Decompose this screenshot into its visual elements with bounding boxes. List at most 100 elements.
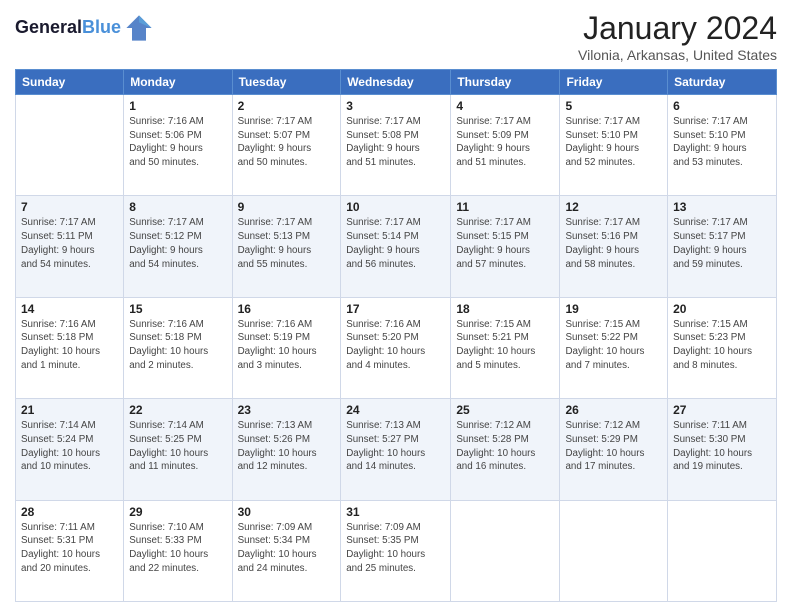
day-number: 27: [673, 403, 771, 417]
location: Vilonia, Arkansas, United States: [578, 47, 777, 63]
day-number: 3: [346, 99, 445, 113]
day-number: 29: [129, 505, 226, 519]
calendar-cell: [668, 500, 777, 601]
calendar-cell: 25 Sunrise: 7:12 AMSunset: 5:28 PMDayligh…: [451, 399, 560, 500]
calendar-cell: 15Sunrise: 7:16 AMSunset: 5:18 PMDayligh…: [124, 297, 232, 398]
calendar-cell: [560, 500, 668, 601]
day-info: Sunrise: 7:17 AMSunset: 5:07 PMDaylight:…: [238, 115, 336, 170]
calendar-cell: 19 Sunrise: 7:15 AMSunset: 5:22 PMDayligh…: [560, 297, 668, 398]
weekday-header-sunday: Sunday: [16, 70, 124, 95]
calendar-cell: 26 Sunrise: 7:12 AMSunset: 5:29 PMDayligh…: [560, 399, 668, 500]
week-row-1: 1 Sunrise: 7:16 AMSunset: 5:06 PMDaylight…: [16, 95, 777, 196]
calendar-cell: 8 Sunrise: 7:17 AMSunset: 5:12 PMDaylight…: [124, 196, 232, 297]
calendar-cell: 21 Sunrise: 7:14 AMSunset: 5:24 PMDayligh…: [16, 399, 124, 500]
calendar-cell: 1 Sunrise: 7:16 AMSunset: 5:06 PMDaylight…: [124, 95, 232, 196]
day-info: Sunrise: 7:09 AMSunset: 5:35 PMDaylight:…: [346, 521, 445, 576]
weekday-header-row: SundayMondayTuesdayWednesdayThursdayFrid…: [16, 70, 777, 95]
day-number: 19: [565, 302, 662, 316]
day-number: 23: [238, 403, 336, 417]
day-info: Sunrise: 7:17 AMSunset: 5:09 PMDaylight:…: [456, 115, 554, 170]
weekday-header-tuesday: Tuesday: [232, 70, 341, 95]
day-info: Sunrise: 7:10 AMSunset: 5:33 PMDaylight:…: [129, 521, 226, 576]
day-number: 18: [456, 302, 554, 316]
day-info: Sunrise: 7:17 AMSunset: 5:10 PMDaylight:…: [565, 115, 662, 170]
calendar-cell: 4 Sunrise: 7:17 AMSunset: 5:09 PMDaylight…: [451, 95, 560, 196]
day-info: Sunrise: 7:15 AMSunset: 5:23 PMDaylight:…: [673, 318, 771, 373]
day-number: 21: [21, 403, 118, 417]
day-number: 10: [346, 200, 445, 214]
calendar-table: SundayMondayTuesdayWednesdayThursdayFrid…: [15, 69, 777, 602]
day-number: 8: [129, 200, 226, 214]
day-number: 31: [346, 505, 445, 519]
day-number: 24: [346, 403, 445, 417]
day-info: Sunrise: 7:17 AMSunset: 5:10 PMDaylight:…: [673, 115, 771, 170]
day-info: Sunrise: 7:16 AMSunset: 5:20 PMDaylight:…: [346, 318, 445, 373]
calendar-cell: 24 Sunrise: 7:13 AMSunset: 5:27 PMDayligh…: [341, 399, 451, 500]
title-area: January 2024 Vilonia, Arkansas, United S…: [578, 10, 777, 63]
weekday-header-thursday: Thursday: [451, 70, 560, 95]
month-title: January 2024: [578, 10, 777, 47]
day-number: 17: [346, 302, 445, 316]
calendar-cell: 27Sunrise: 7:11 AMSunset: 5:30 PMDayligh…: [668, 399, 777, 500]
calendar-cell: 13 Sunrise: 7:17 AMSunset: 5:17 PMDayligh…: [668, 196, 777, 297]
day-info: Sunrise: 7:11 AMSunset: 5:31 PMDaylight:…: [21, 521, 118, 576]
day-number: 6: [673, 99, 771, 113]
calendar-cell: [16, 95, 124, 196]
day-info: Sunrise: 7:12 AMSunset: 5:29 PMDaylight:…: [565, 419, 662, 474]
week-row-4: 21 Sunrise: 7:14 AMSunset: 5:24 PMDayligh…: [16, 399, 777, 500]
day-number: 2: [238, 99, 336, 113]
calendar-cell: 31 Sunrise: 7:09 AMSunset: 5:35 PMDayligh…: [341, 500, 451, 601]
day-number: 7: [21, 200, 118, 214]
weekday-header-saturday: Saturday: [668, 70, 777, 95]
week-row-3: 14Sunrise: 7:16 AMSunset: 5:18 PMDayligh…: [16, 297, 777, 398]
day-number: 9: [238, 200, 336, 214]
day-info: Sunrise: 7:16 AMSunset: 5:19 PMDaylight:…: [238, 318, 336, 373]
weekday-header-wednesday: Wednesday: [341, 70, 451, 95]
day-info: Sunrise: 7:13 AMSunset: 5:27 PMDaylight:…: [346, 419, 445, 474]
day-info: Sunrise: 7:16 AMSunset: 5:06 PMDaylight:…: [129, 115, 226, 170]
day-number: 30: [238, 505, 336, 519]
calendar-cell: 5Sunrise: 7:17 AMSunset: 5:10 PMDaylight…: [560, 95, 668, 196]
day-number: 28: [21, 505, 118, 519]
calendar-cell: 18Sunrise: 7:15 AMSunset: 5:21 PMDayligh…: [451, 297, 560, 398]
calendar-cell: 12 Sunrise: 7:17 AMSunset: 5:16 PMDayligh…: [560, 196, 668, 297]
header: GeneralBlue January 2024 Vilonia, Arkans…: [15, 10, 777, 63]
day-info: Sunrise: 7:09 AMSunset: 5:34 PMDaylight:…: [238, 521, 336, 576]
calendar-cell: 14Sunrise: 7:16 AMSunset: 5:18 PMDayligh…: [16, 297, 124, 398]
day-info: Sunrise: 7:12 AMSunset: 5:28 PMDaylight:…: [456, 419, 554, 474]
day-number: 26: [565, 403, 662, 417]
day-info: Sunrise: 7:17 AMSunset: 5:08 PMDaylight:…: [346, 115, 445, 170]
logo-icon: [125, 14, 153, 42]
day-number: 4: [456, 99, 554, 113]
calendar-cell: 20 Sunrise: 7:15 AMSunset: 5:23 PMDayligh…: [668, 297, 777, 398]
day-info: Sunrise: 7:17 AMSunset: 5:12 PMDaylight:…: [129, 216, 226, 271]
logo: GeneralBlue: [15, 14, 153, 42]
day-info: Sunrise: 7:17 AMSunset: 5:17 PMDaylight:…: [673, 216, 771, 271]
calendar-cell: 30 Sunrise: 7:09 AMSunset: 5:34 PMDayligh…: [232, 500, 341, 601]
day-info: Sunrise: 7:17 AMSunset: 5:13 PMDaylight:…: [238, 216, 336, 271]
day-number: 20: [673, 302, 771, 316]
day-info: Sunrise: 7:17 AMSunset: 5:16 PMDaylight:…: [565, 216, 662, 271]
calendar-cell: 7Sunrise: 7:17 AMSunset: 5:11 PMDaylight…: [16, 196, 124, 297]
week-row-5: 28 Sunrise: 7:11 AMSunset: 5:31 PMDayligh…: [16, 500, 777, 601]
day-info: Sunrise: 7:14 AMSunset: 5:25 PMDaylight:…: [129, 419, 226, 474]
weekday-header-friday: Friday: [560, 70, 668, 95]
week-row-2: 7Sunrise: 7:17 AMSunset: 5:11 PMDaylight…: [16, 196, 777, 297]
calendar-cell: 16 Sunrise: 7:16 AMSunset: 5:19 PMDayligh…: [232, 297, 341, 398]
day-info: Sunrise: 7:15 AMSunset: 5:22 PMDaylight:…: [565, 318, 662, 373]
calendar-cell: 9 Sunrise: 7:17 AMSunset: 5:13 PMDaylight…: [232, 196, 341, 297]
calendar-cell: 2 Sunrise: 7:17 AMSunset: 5:07 PMDaylight…: [232, 95, 341, 196]
day-number: 12: [565, 200, 662, 214]
day-info: Sunrise: 7:14 AMSunset: 5:24 PMDaylight:…: [21, 419, 118, 474]
day-number: 25: [456, 403, 554, 417]
calendar-cell: 17 Sunrise: 7:16 AMSunset: 5:20 PMDayligh…: [341, 297, 451, 398]
day-number: 16: [238, 302, 336, 316]
calendar-cell: 3 Sunrise: 7:17 AMSunset: 5:08 PMDaylight…: [341, 95, 451, 196]
calendar-cell: 22Sunrise: 7:14 AMSunset: 5:25 PMDayligh…: [124, 399, 232, 500]
logo-text: GeneralBlue: [15, 18, 121, 38]
day-number: 13: [673, 200, 771, 214]
day-number: 1: [129, 99, 226, 113]
day-info: Sunrise: 7:17 AMSunset: 5:14 PMDaylight:…: [346, 216, 445, 271]
calendar-cell: [451, 500, 560, 601]
day-info: Sunrise: 7:13 AMSunset: 5:26 PMDaylight:…: [238, 419, 336, 474]
